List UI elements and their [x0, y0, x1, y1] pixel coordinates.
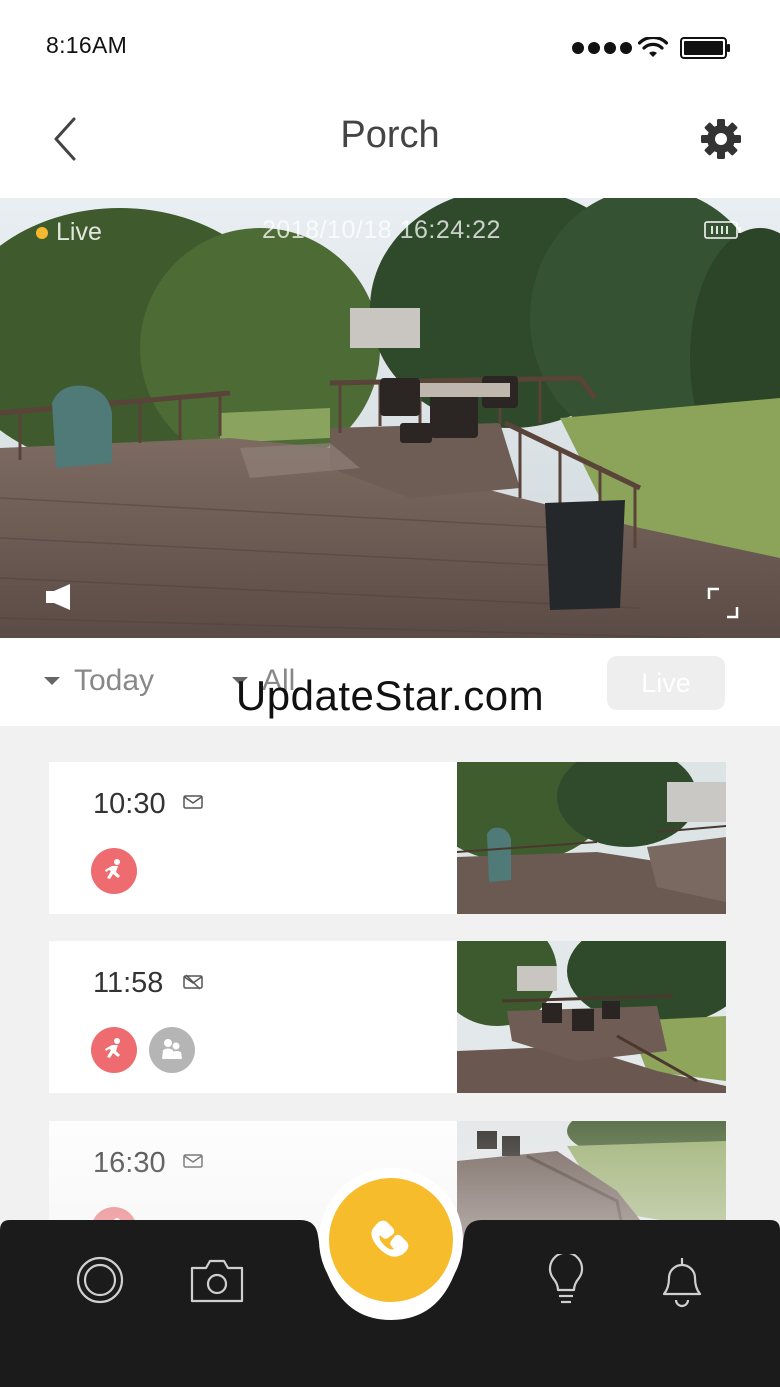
envelope-icon: [183, 1154, 203, 1168]
wifi-icon: [638, 37, 668, 57]
event-card[interactable]: 10:30: [49, 762, 726, 914]
camera-battery-icon: [704, 221, 741, 239]
event-tags: [91, 1027, 195, 1073]
motion-icon: [91, 848, 137, 894]
status-time: 8:16AM: [46, 32, 128, 58]
phone-icon: [371, 1220, 409, 1257]
video-overlay: Live 2018/10/18 16:24:22: [0, 198, 780, 268]
battery-icon: [680, 37, 730, 59]
live-label: Live: [56, 218, 102, 246]
light-bulb-icon[interactable]: [546, 1254, 586, 1308]
envelope-crossed-icon: [183, 974, 203, 990]
watermark-text: UpdateStar.com: [235, 672, 545, 719]
video-timestamp: 2018/10/18 16:24:22: [262, 216, 501, 244]
event-list[interactable]: 10:30 11:58 16:30: [0, 726, 780, 1246]
gear-icon[interactable]: [700, 118, 742, 160]
live-status-dot: [36, 226, 48, 239]
bell-icon[interactable]: [660, 1254, 704, 1308]
live-badge: Live: [36, 218, 102, 247]
speaker-icon[interactable]: [44, 582, 74, 612]
status-bar: 8:16AM: [0, 0, 780, 90]
motion-icon: [91, 1027, 137, 1073]
event-time: 10:30: [93, 788, 166, 820]
record-icon[interactable]: [76, 1256, 124, 1304]
signal-strength-icon: [572, 42, 632, 54]
live-video-view[interactable]: Live 2018/10/18 16:24:22: [0, 198, 780, 638]
page-title: Porch: [340, 114, 440, 156]
fullscreen-icon[interactable]: [706, 586, 740, 620]
nav-bar: Porch: [0, 90, 780, 198]
camera-icon[interactable]: [190, 1258, 244, 1304]
envelope-icon: [183, 795, 203, 809]
event-time: 11:58: [93, 967, 164, 999]
event-thumbnail: [457, 762, 726, 914]
event-card[interactable]: 11:58: [49, 941, 726, 1093]
person-icon: [149, 1027, 195, 1073]
event-thumbnail: [457, 941, 726, 1093]
call-button[interactable]: [329, 1178, 453, 1302]
event-tags: [91, 848, 137, 894]
event-time: 16:30: [93, 1147, 166, 1179]
